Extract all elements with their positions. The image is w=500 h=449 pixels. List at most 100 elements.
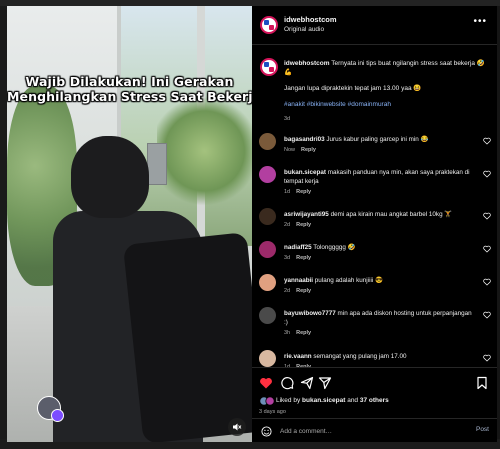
comment-row: bagasandri03 Jurus kabur paling garcep i… [252, 133, 497, 165]
commenter-avatar[interactable] [259, 274, 276, 291]
reel-video[interactable]: Wajib Dilakukan! Ini Gerakan Menghilangk… [7, 6, 252, 442]
mute-button[interactable] [228, 418, 246, 436]
commenter-avatar[interactable] [259, 208, 276, 225]
video-caption: Wajib Dilakukan! Ini Gerakan Menghilangk… [7, 74, 252, 104]
comment-username[interactable]: bagasandri03 [284, 136, 325, 143]
comment-row: bukan.sicepat makasih panduan nya min, a… [252, 166, 497, 198]
video-scene-sign [147, 143, 167, 185]
heart-icon[interactable] [483, 311, 491, 319]
comment-time: 3d [284, 255, 291, 261]
comment-composer: Post [252, 418, 497, 443]
comments-list[interactable]: idwebhostcom Ternyata ini tips buat ngil… [252, 45, 497, 367]
comment-icon[interactable] [280, 376, 294, 390]
speaker-muted-icon [233, 423, 242, 431]
heart-icon[interactable] [483, 278, 491, 286]
original-audio-link[interactable]: Original audio [284, 26, 324, 33]
liked-and: and [347, 397, 359, 404]
post-side-panel: idwebhostcom Original audio ••• idwebhos… [252, 6, 497, 442]
comment-username[interactable]: bukan.sicepat [284, 169, 326, 176]
comment-time: 2d [284, 222, 291, 228]
comment-text-block: asriwijayanti95 demi apa kirain mau angk… [284, 210, 476, 219]
comment-username[interactable]: bayuwibowo7777 [284, 310, 336, 317]
liker-avatars [259, 396, 275, 406]
caption-line2: Jangan lupa dipraktekin tepat jam 13.00 … [284, 85, 422, 92]
video-caption-line1: Wajib Dilakukan! Ini Gerakan [25, 74, 234, 89]
heart-icon[interactable] [483, 170, 491, 178]
heart-icon[interactable] [483, 137, 491, 145]
post-caption: idwebhostcom Ternyata ini tips buat ngil… [284, 59, 489, 109]
comment-input[interactable] [280, 425, 450, 437]
video-person-head [71, 136, 149, 218]
video-scene-tree-2 [157, 96, 252, 206]
liked-by-user[interactable]: bukan.sicepat [302, 397, 345, 404]
post-actions: Liked by bukan.sicepat and 37 others 3 d… [252, 367, 497, 420]
bookmark-icon[interactable] [475, 376, 489, 390]
comment-meta: 2d Reply [284, 222, 311, 228]
caption-username[interactable]: idwebhostcom [284, 60, 330, 67]
heart-icon[interactable] [483, 245, 491, 253]
share-icon[interactable] [300, 376, 314, 390]
heart-icon[interactable] [483, 354, 491, 362]
comment-text-block: yannaabii pulang adalah kunjiiii 😎 [284, 276, 476, 285]
reply-button[interactable]: Reply [296, 255, 311, 261]
comment-text-block: bagasandri03 Jurus kabur paling garcep i… [284, 135, 476, 144]
emoji-icon[interactable] [261, 426, 272, 437]
reply-button[interactable]: Reply [301, 147, 316, 153]
logo-block-blue [264, 20, 269, 25]
comment-username[interactable]: asriwijayanti95 [284, 211, 329, 218]
comment-username[interactable]: rie.vaann [284, 353, 312, 360]
comment-text: semangat yang pulang jam 17.00 [313, 353, 407, 360]
author-avatar[interactable] [260, 16, 278, 34]
comment-meta: 2d Reply [284, 288, 311, 294]
commenter-avatar[interactable] [259, 166, 276, 183]
logo-block-blue [264, 62, 269, 67]
comment-time: Now [284, 147, 296, 153]
caption-author-avatar[interactable] [260, 58, 278, 76]
comment-meta: 3d Reply [284, 255, 311, 261]
post-modal: Wajib Dilakukan! Ini Gerakan Menghilangk… [7, 6, 497, 442]
video-caption-line2: Menghilangkan Stress Saat Bekerja [7, 89, 252, 104]
comment-text-block: nadiaff25 Tolonggggg 🤣 [284, 243, 476, 252]
logo-block-red [269, 67, 274, 72]
comment-row: yannaabii pulang adalah kunjiiii 😎 2d Rep… [252, 274, 497, 306]
comment-text-block: bayuwibowo7777 min apa ada diskon hostin… [284, 309, 476, 327]
caption-hashtags[interactable]: #anakit #bikinwebsite #domainmurah [284, 100, 489, 109]
liked-prefix: Liked by [276, 397, 301, 404]
comment-text: pulang adalah kunjiiii 😎 [314, 277, 383, 284]
post-comment-button[interactable]: Post [476, 426, 489, 433]
liked-others[interactable]: 37 others [360, 397, 389, 404]
heart-filled-icon[interactable] [259, 376, 273, 390]
commenter-avatar[interactable] [259, 307, 276, 324]
comment-row: rie.vaann semangat yang pulang jam 17.00… [252, 350, 497, 367]
heart-icon[interactable] [483, 212, 491, 220]
logo-block-red [269, 25, 274, 30]
comment-text: demi apa kirain mau angkat barbel 10kg 🏋 [330, 211, 453, 218]
reply-button[interactable]: Reply [296, 288, 311, 294]
comment-row: bayuwibowo7777 min apa ada diskon hostin… [252, 307, 497, 339]
liked-by-text: Liked by bukan.sicepat and 37 others [276, 397, 389, 404]
comment-text-block: bukan.sicepat makasih panduan nya min, a… [284, 168, 476, 186]
send-icon[interactable] [318, 376, 332, 390]
more-options-icon[interactable]: ••• [473, 16, 487, 27]
reply-button[interactable]: Reply [296, 222, 311, 228]
commenter-avatar[interactable] [259, 241, 276, 258]
comment-meta: 3h Reply [284, 330, 311, 336]
reply-button[interactable]: Reply [296, 189, 311, 195]
comment-username[interactable]: nadiaff25 [284, 244, 312, 251]
comment-time: 3h [284, 330, 291, 336]
post-time: 3d [284, 116, 291, 122]
comment-text: Tolonggggg 🤣 [313, 244, 356, 251]
commenter-avatar[interactable] [259, 133, 276, 150]
comment-time: 1d [284, 189, 291, 195]
comment-text: Jurus kabur paling garcep ini min 😂 [326, 136, 429, 143]
comment-meta: Now Reply [284, 147, 316, 153]
reply-button[interactable]: Reply [296, 330, 311, 336]
comment-row: asriwijayanti95 demi apa kirain mau angk… [252, 208, 497, 240]
comment-meta: 1d Reply [284, 189, 311, 195]
post-date: 3 days ago [259, 409, 286, 415]
author-username[interactable]: idwebhostcom [284, 15, 337, 24]
comment-row: nadiaff25 Tolonggggg 🤣 3d Reply [252, 241, 497, 273]
comment-username[interactable]: yannaabii [284, 277, 313, 284]
comment-time: 2d [284, 288, 291, 294]
commenter-avatar[interactable] [259, 350, 276, 367]
